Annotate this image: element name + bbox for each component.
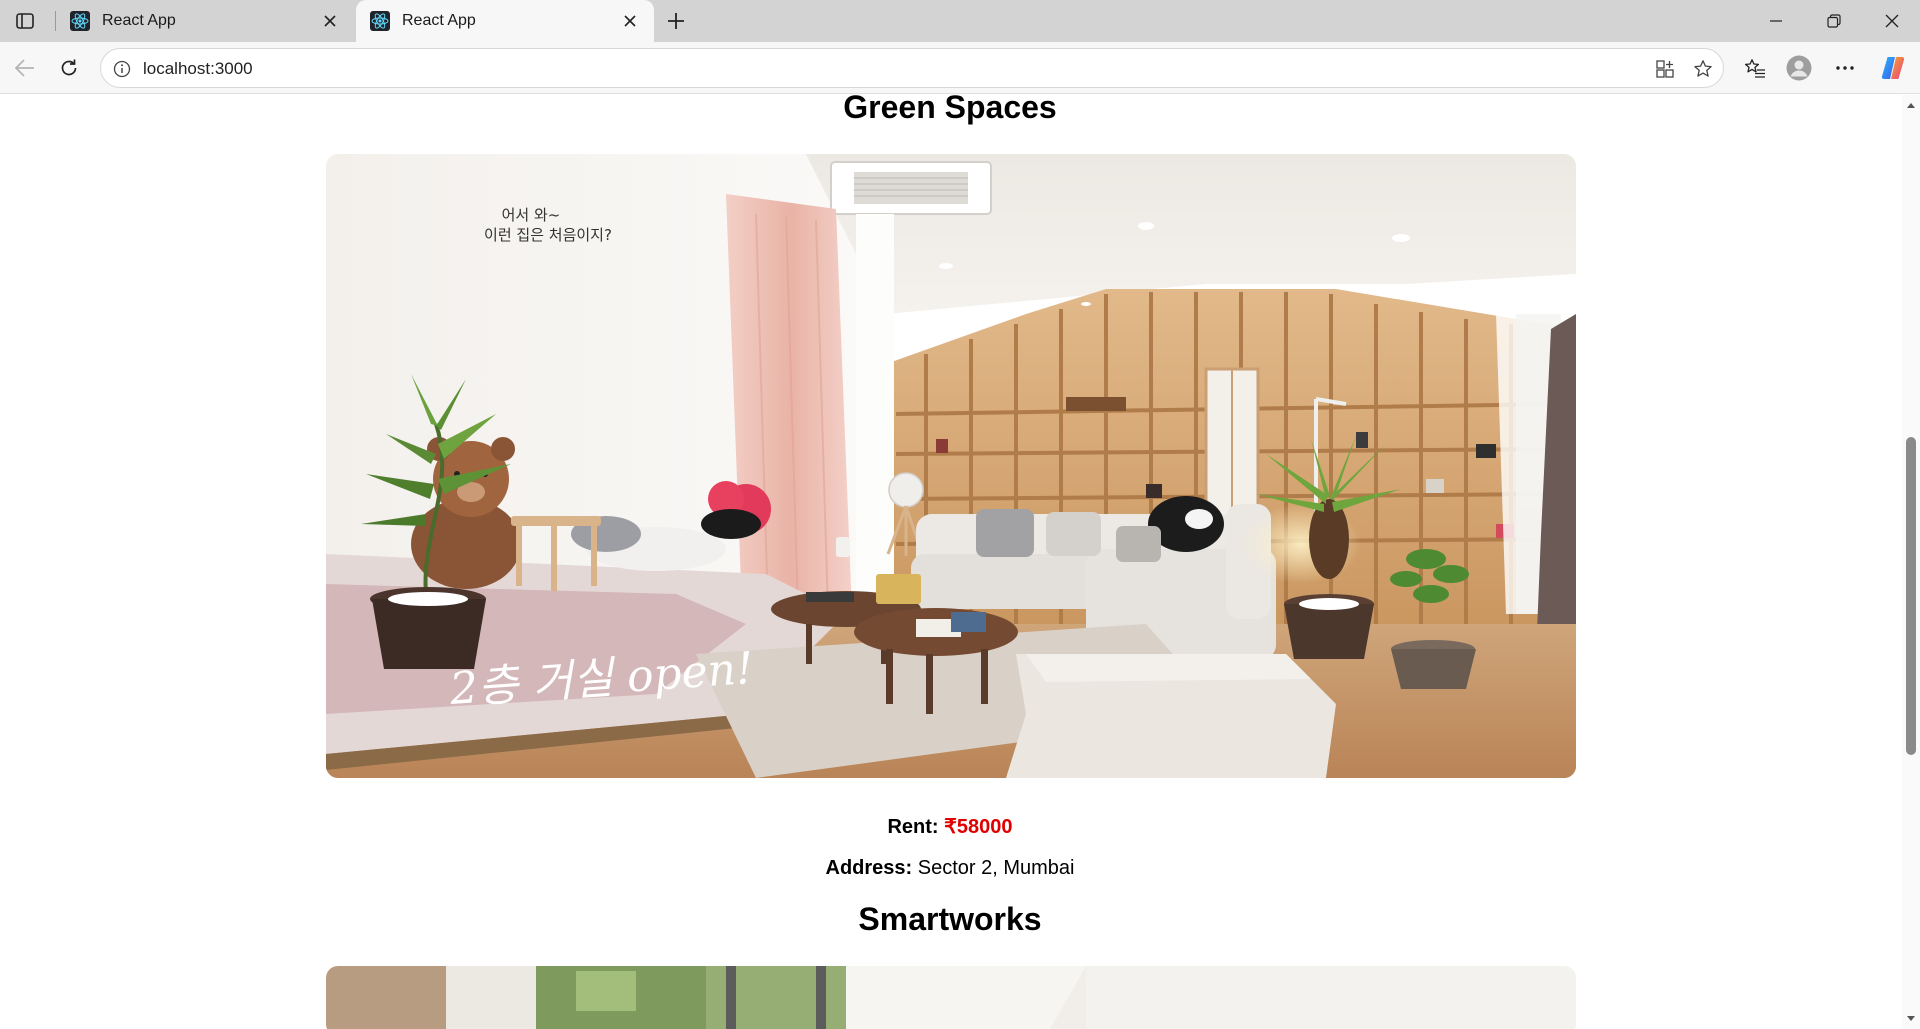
copilot-button[interactable] [1876, 52, 1910, 84]
tab-react-app-1[interactable]: React App [56, 0, 354, 42]
reload-button[interactable] [52, 52, 86, 84]
office-photo [326, 966, 1576, 1029]
app-available-button[interactable] [1651, 55, 1679, 83]
photo-caption-line2: 이런 집은 처음이지? [484, 226, 612, 244]
minimize-button[interactable] [1748, 0, 1804, 42]
favorites-list-icon [1744, 59, 1765, 78]
url-text[interactable]: localhost:3000 [143, 59, 253, 79]
reload-icon [61, 59, 77, 76]
sidebar-toggle-icon [16, 13, 34, 29]
react-logo-icon [370, 11, 390, 31]
arrow-left-icon [15, 59, 34, 77]
tab-actions-button[interactable] [8, 8, 42, 34]
profile-button[interactable] [1782, 52, 1816, 84]
tab-close-button[interactable] [620, 11, 640, 31]
listing-title: Green Spaces [843, 95, 1057, 125]
browser-toolbar: localhost:3000 [0, 42, 1920, 94]
restore-button[interactable] [1806, 0, 1862, 42]
tab-strip: React App React App [0, 0, 1920, 42]
plus-icon [668, 13, 684, 29]
listing-address: Address: Sector 2, Mumbai [0, 857, 1900, 880]
photo-caption-line1: 어서 와~ [502, 206, 561, 224]
address-label: Address: [825, 857, 913, 879]
address-bar[interactable]: localhost:3000 [100, 48, 1724, 88]
settings-menu-button[interactable] [1828, 52, 1862, 84]
more-dots-icon [1836, 66, 1854, 70]
site-info-button[interactable] [111, 58, 133, 80]
apps-icon [1656, 60, 1674, 78]
tab-react-app-2[interactable]: React App [356, 0, 654, 42]
back-button[interactable] [8, 52, 42, 84]
living-room-photo: 어서 와~ 이런 집은 처음이지? 2층 거실 open! [326, 154, 1576, 778]
copilot-icon [1881, 57, 1905, 79]
react-logo-icon [70, 11, 90, 31]
restore-icon [1827, 14, 1841, 28]
close-icon [324, 15, 336, 27]
tab-close-button[interactable] [320, 11, 340, 31]
page-scrollbar[interactable] [1902, 95, 1920, 1029]
minimize-icon [1770, 20, 1782, 22]
tab-title: React App [402, 12, 476, 29]
favorite-star-button[interactable] [1689, 55, 1717, 83]
close-icon [624, 15, 636, 27]
listing-rent: Rent: ₹58000 [0, 814, 1900, 839]
tab-title: React App [102, 12, 176, 29]
new-tab-button[interactable] [662, 8, 690, 34]
scroll-thumb[interactable] [1906, 437, 1916, 755]
rent-label: Rent: [887, 816, 939, 838]
close-window-button[interactable] [1864, 0, 1920, 42]
page-viewport: Green Spaces 어서 와~ 이런 집은 처음이지? 2층 거실 ope… [0, 95, 1920, 1029]
address-value: Sector 2, Mumbai [917, 857, 1075, 879]
listing-title: Smartworks [858, 901, 1042, 937]
close-icon [1885, 14, 1899, 28]
star-icon [1694, 60, 1712, 77]
scroll-down-arrow-icon[interactable] [1906, 1015, 1916, 1023]
scroll-up-arrow-icon[interactable] [1906, 101, 1916, 109]
favorites-button[interactable] [1738, 52, 1772, 84]
avatar-icon [1786, 55, 1812, 81]
rent-value: ₹58000 [944, 816, 1013, 838]
listing-photo-office [326, 966, 1576, 1029]
listing-photo-living-room: 어서 와~ 이런 집은 처음이지? 2층 거실 open! [326, 154, 1576, 778]
info-icon [113, 60, 131, 78]
